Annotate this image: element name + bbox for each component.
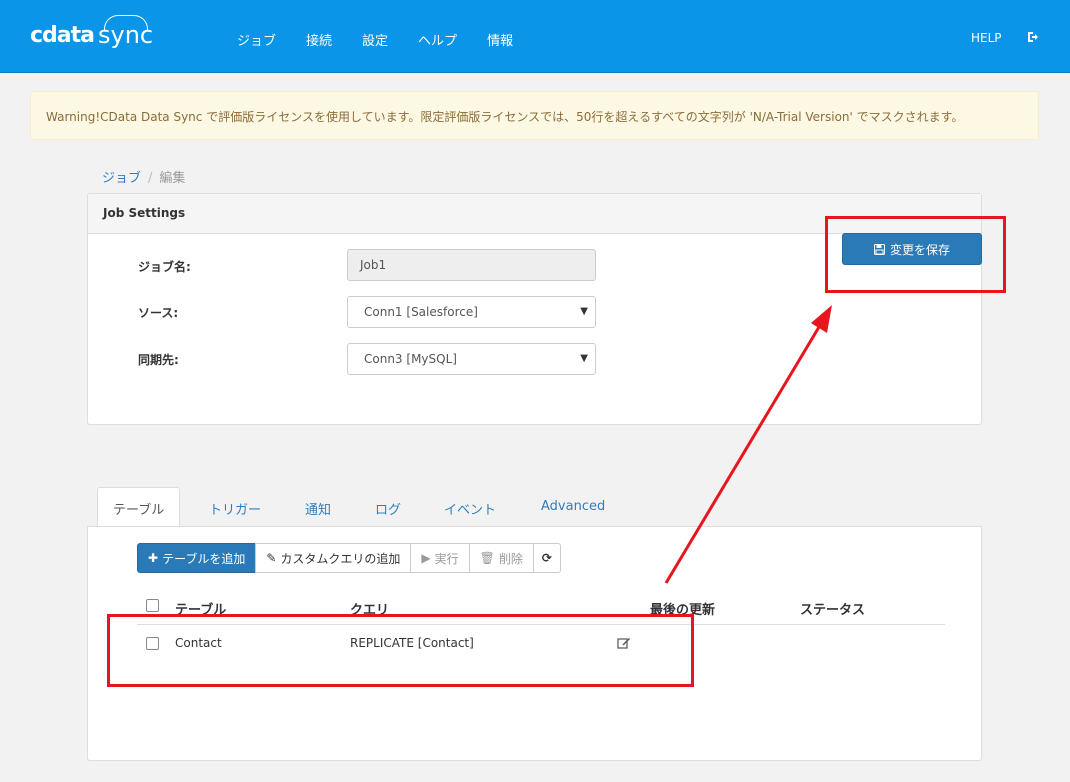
annotation-arrow xyxy=(664,305,832,584)
